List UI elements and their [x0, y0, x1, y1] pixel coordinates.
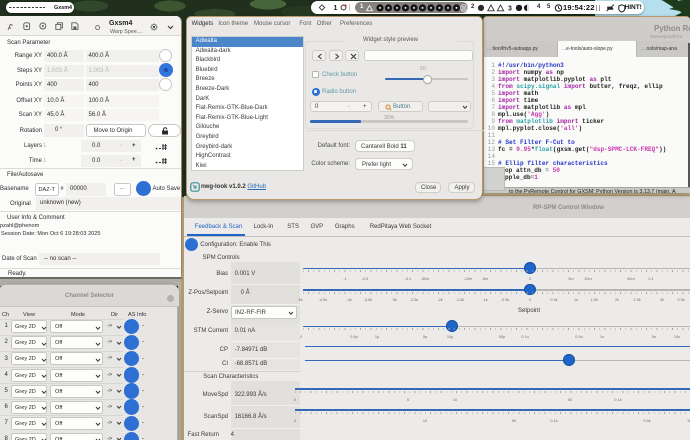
svg-text:1: 1	[334, 5, 338, 12]
svg-text:3: 3	[508, 5, 512, 11]
